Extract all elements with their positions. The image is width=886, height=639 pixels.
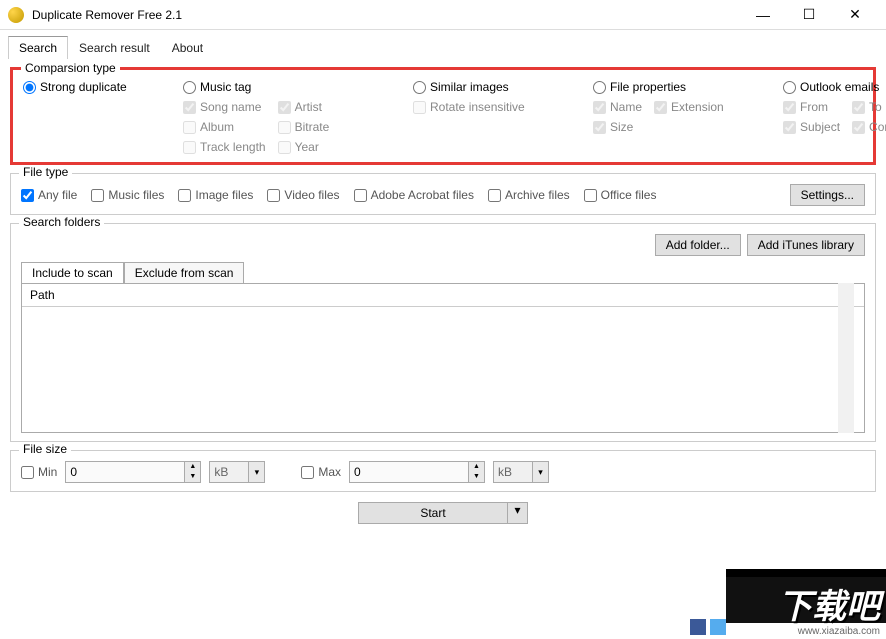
check-rotate-insensitive: Rotate insensitive <box>413 100 573 114</box>
check-from: From <box>783 100 840 114</box>
settings-button[interactable]: Settings... <box>790 184 865 206</box>
check-any-file[interactable]: Any file <box>21 188 77 202</box>
scan-tabs: Include to scan Exclude from scan <box>21 262 865 283</box>
radio-strong-duplicate[interactable]: Strong duplicate <box>23 80 163 94</box>
add-folder-button[interactable]: Add folder... <box>655 234 741 256</box>
comparsion-type-group: Comparsion type Strong duplicate Music t… <box>10 67 876 165</box>
check-office-files[interactable]: Office files <box>584 188 657 202</box>
social-icons <box>690 619 726 635</box>
radio-fileprops-label: File properties <box>610 80 686 94</box>
radio-strong-label: Strong duplicate <box>40 80 127 94</box>
tab-about[interactable]: About <box>161 36 214 59</box>
window-title: Duplicate Remover Free 2.1 <box>32 8 182 22</box>
app-icon <box>8 7 24 23</box>
min-value-input[interactable]: ▲▼ <box>65 461 201 483</box>
radio-music-tag[interactable]: Music tag <box>183 80 393 94</box>
check-track-length: Track length <box>183 140 266 154</box>
min-spinner[interactable]: ▲▼ <box>185 461 201 483</box>
tab-search[interactable]: Search <box>8 36 68 59</box>
check-subject: Subject <box>783 120 840 134</box>
minimize-button[interactable]: — <box>740 0 786 30</box>
watermark: 下载吧 www.xiazaiba.com <box>726 569 886 639</box>
check-song-name: Song name <box>183 100 266 114</box>
check-bitrate: Bitrate <box>278 120 330 134</box>
tab-search-result[interactable]: Search result <box>68 36 161 59</box>
check-video-files[interactable]: Video files <box>267 188 339 202</box>
maximize-button[interactable]: ☐ <box>786 0 832 30</box>
check-adobe-files[interactable]: Adobe Acrobat files <box>354 188 474 202</box>
start-button[interactable]: Start <box>358 502 508 524</box>
main-tabs: Search Search result About <box>0 30 886 59</box>
chevron-down-icon[interactable]: ▾ <box>249 461 265 483</box>
radio-similar-label: Similar images <box>430 80 509 94</box>
start-dropdown[interactable]: ▾ <box>508 502 528 524</box>
scrollbar[interactable] <box>838 283 854 433</box>
radio-file-properties[interactable]: File properties <box>593 80 763 94</box>
file-size-legend: File size <box>19 442 71 456</box>
check-max[interactable]: Max <box>301 465 341 479</box>
path-table[interactable]: Path <box>21 283 865 433</box>
titlebar: Duplicate Remover Free 2.1 — ☐ ✕ <box>0 0 886 30</box>
check-image-files[interactable]: Image files <box>178 188 253 202</box>
check-year: Year <box>278 140 330 154</box>
check-to: To <box>852 100 886 114</box>
max-value-input[interactable]: ▲▼ <box>349 461 485 483</box>
check-name: Name <box>593 100 642 114</box>
max-unit-select[interactable]: ▾ <box>493 461 549 483</box>
check-music-files[interactable]: Music files <box>91 188 164 202</box>
close-button[interactable]: ✕ <box>832 0 878 30</box>
check-archive-files[interactable]: Archive files <box>488 188 570 202</box>
radio-outlook-label: Outlook emails <box>800 80 879 94</box>
radio-similar-images[interactable]: Similar images <box>413 80 573 94</box>
tab-exclude-scan[interactable]: Exclude from scan <box>124 262 245 283</box>
check-extension: Extension <box>654 100 724 114</box>
search-folders-group: Search folders Add folder... Add iTunes … <box>10 223 876 442</box>
add-itunes-button[interactable]: Add iTunes library <box>747 234 865 256</box>
min-unit-select[interactable]: ▾ <box>209 461 265 483</box>
facebook-icon[interactable] <box>690 619 706 635</box>
file-type-legend: File type <box>19 165 72 179</box>
max-spinner[interactable]: ▲▼ <box>469 461 485 483</box>
check-album: Album <box>183 120 266 134</box>
check-content: Content <box>852 120 886 134</box>
path-header: Path <box>22 284 864 307</box>
check-min[interactable]: Min <box>21 465 57 479</box>
radio-music-label: Music tag <box>200 80 251 94</box>
check-size: Size <box>593 120 642 134</box>
comparsion-legend: Comparsion type <box>21 61 120 75</box>
radio-outlook-emails[interactable]: Outlook emails <box>783 80 886 94</box>
file-type-group: File type Any file Music files Image fil… <box>10 173 876 215</box>
file-size-group: File size Min ▲▼ ▾ Max ▲▼ ▾ <box>10 450 876 492</box>
search-folders-legend: Search folders <box>19 215 104 229</box>
tab-include-scan[interactable]: Include to scan <box>21 262 124 283</box>
check-artist: Artist <box>278 100 330 114</box>
twitter-icon[interactable] <box>710 619 726 635</box>
chevron-down-icon[interactable]: ▾ <box>533 461 549 483</box>
